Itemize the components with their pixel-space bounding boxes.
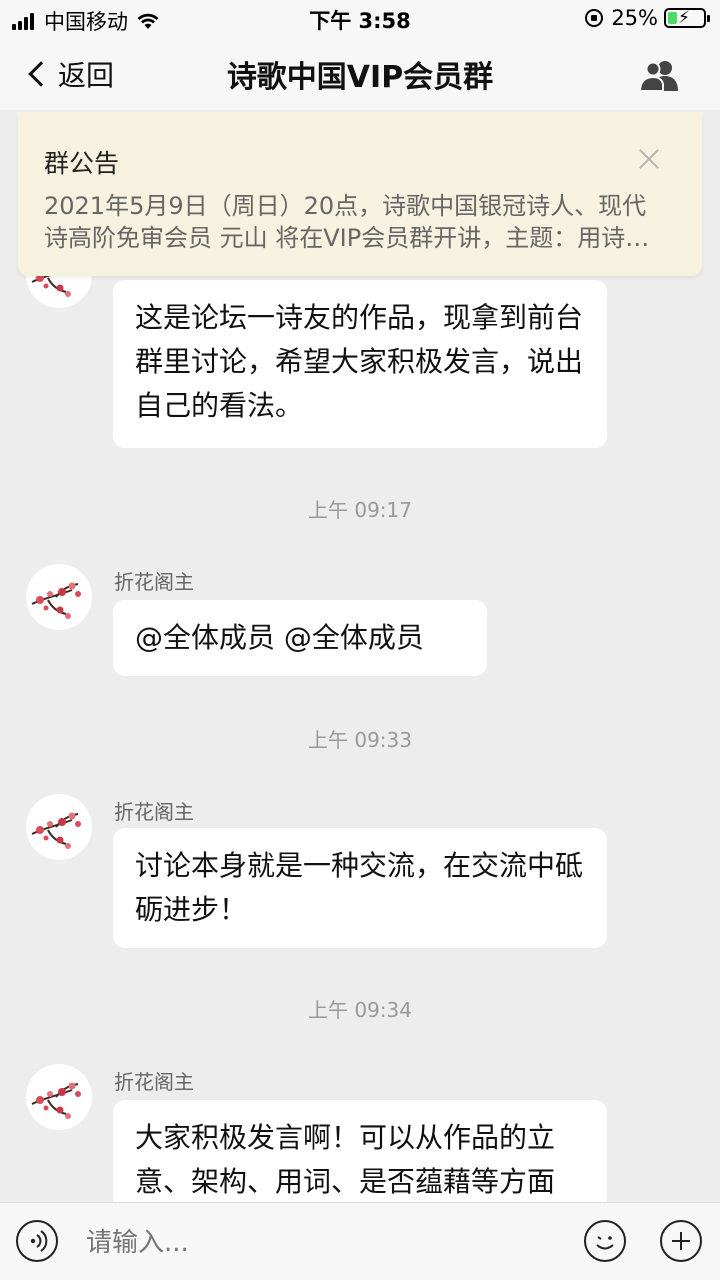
group-announcement[interactable]: 群公告 2021年5月9日（周日）20点，诗歌中国银冠诗人、现代 诗高阶免审会员… xyxy=(18,112,702,276)
battery-percent: 25% xyxy=(611,6,658,30)
status-bar: 中国移动 下午 3:58 25% ⚡ xyxy=(0,0,720,36)
announcement-body: 2021年5月9日（周日）20点，诗歌中国银冠诗人、现代 诗高阶免审会员 元山 … xyxy=(44,190,684,254)
message-timestamp: 上午 09:17 xyxy=(308,498,412,522)
message-input[interactable] xyxy=(86,1223,566,1263)
announcement-line: 2021年5月9日（周日）20点，诗歌中国银冠诗人、现代 xyxy=(44,192,647,220)
message-timestamp: 上午 09:33 xyxy=(308,728,412,752)
plum-blossom-avatar-icon xyxy=(31,812,81,849)
avatar[interactable] xyxy=(26,564,92,630)
message-text: 这是论坛一诗友的作品，现拿到前台群里讨论，希望大家积极发言，说出自己的看法。 xyxy=(135,301,584,422)
message-bubble[interactable]: 这是论坛一诗友的作品，现拿到前台群里讨论，希望大家积极发言，说出自己的看法。 xyxy=(113,280,607,448)
message-bubble[interactable]: @全体成员 @全体成员 xyxy=(113,600,487,676)
message-timestamp: 上午 09:34 xyxy=(308,998,412,1022)
voice-button[interactable] xyxy=(16,1220,58,1262)
charging-bolt-icon: ⚡ xyxy=(678,8,690,28)
message-text: @全体成员 @全体成员 xyxy=(135,621,424,654)
message-text: 讨论本身就是一种交流，在交流中砥砺进步！ xyxy=(135,849,584,926)
announcement-title: 群公告 xyxy=(44,149,120,178)
sender-name: 折花阁主 xyxy=(114,1070,194,1094)
voice-icon xyxy=(30,1230,48,1252)
plus-button[interactable] xyxy=(660,1220,702,1262)
avatar[interactable] xyxy=(26,794,92,860)
emoji-icon xyxy=(596,1236,614,1250)
battery-icon: ⚡ xyxy=(664,8,710,28)
input-bar xyxy=(0,1202,720,1280)
group-members-icon[interactable] xyxy=(638,58,682,92)
emoji-button[interactable] xyxy=(584,1220,626,1262)
avatar[interactable] xyxy=(26,1064,92,1130)
close-icon[interactable] xyxy=(638,148,660,170)
plum-blossom-avatar-icon xyxy=(31,582,81,619)
status-right: 25% ⚡ xyxy=(585,6,710,30)
message-bubble[interactable]: 讨论本身就是一种交流，在交流中砥砺进步！ xyxy=(113,828,607,948)
nav-bar: 返回 诗歌中国VIP会员群 xyxy=(0,36,720,110)
battery-cap xyxy=(707,15,710,22)
plum-blossom-avatar-icon xyxy=(31,1082,81,1119)
sender-name: 折花阁主 xyxy=(114,570,194,594)
battery-fill xyxy=(668,12,677,24)
message-bubble[interactable]: 大家积极发言啊！可以从作品的立意、架构、用词、是否蕴藉等方面 xyxy=(113,1100,607,1202)
message-text: 大家积极发言啊！可以从作品的立意、架构、用词、是否蕴藉等方面 xyxy=(135,1121,556,1198)
orientation-lock-icon xyxy=(585,9,604,27)
announcement-line: 诗高阶免审会员 元山 将在VIP会员群开讲，主题：用诗… xyxy=(44,224,650,252)
chat-title: 诗歌中国VIP会员群 xyxy=(226,60,494,95)
sender-name: 折花阁主 xyxy=(114,800,194,824)
